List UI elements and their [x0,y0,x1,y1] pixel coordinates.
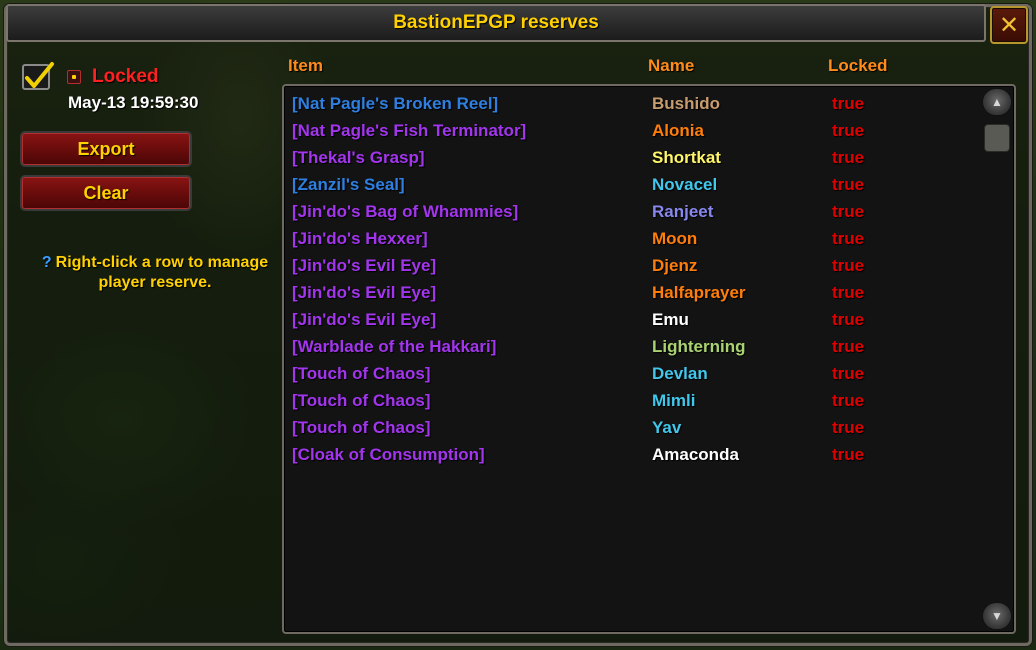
arrow-up-icon: ▲ [991,95,1003,109]
item-link[interactable]: [Warblade of the Hakkari] [292,337,496,357]
player-name: Devlan [652,364,708,383]
player-name: Halfaprayer [652,283,746,302]
lock-checkbox[interactable] [22,62,54,90]
item-link[interactable]: [Touch of Chaos] [292,391,431,411]
table-row[interactable]: [Cloak of Consumption] Amaconda true [292,441,982,468]
item-link[interactable]: [Touch of Chaos] [292,418,431,438]
lock-timestamp: May-13 19:59:30 [68,93,199,112]
locked-value: true [832,418,865,437]
title-bar[interactable]: BastionEPGP reserves [6,4,986,42]
table-row[interactable]: [Jin'do's Evil Eye] Emu true [292,306,982,333]
table-row[interactable]: [Jin'do's Bag of Whammies] Ranjeet true [292,198,982,225]
locked-value: true [832,283,865,302]
player-name: Alonia [652,121,704,140]
checkmark-icon [25,62,54,88]
help-hint: ? Right-click a row to manage player rese… [30,253,280,293]
locked-value: true [832,445,865,464]
player-name: Djenz [652,256,698,275]
item-link[interactable]: [Nat Pagle's Broken Reel] [292,94,498,114]
item-link[interactable]: [Cloak of Consumption] [292,445,485,465]
column-header-locked[interactable]: Locked [828,56,888,76]
question-icon: ? [41,254,52,271]
clear-button[interactable]: Clear [20,175,192,211]
locked-value: true [832,175,865,194]
locked-value: true [832,202,865,221]
column-header-name[interactable]: Name [648,56,694,76]
reserves-list: [Nat Pagle's Broken Reel] Bushido true [Nat… [282,84,1016,634]
locked-value: true [832,121,865,140]
table-row[interactable]: [Touch of Chaos] Devlan true [292,360,982,387]
player-name: Emu [652,310,689,329]
column-header-item[interactable]: Item [288,56,323,76]
item-link[interactable]: [Touch of Chaos] [292,364,431,384]
player-name: Ranjeet [652,202,714,221]
locked-value: true [832,256,865,275]
table-row[interactable]: [Warblade of the Hakkari] Lighterning true [292,333,982,360]
lock-icon [67,70,81,84]
item-link[interactable]: [Jin'do's Evil Eye] [292,256,436,276]
help-hint-text: Right-click a row to manage player reser… [55,254,269,291]
locked-value: true [832,148,865,167]
player-name: Novacel [652,175,718,194]
locked-value: true [832,229,865,248]
item-link[interactable]: [Jin'do's Bag of Whammies] [292,202,518,222]
player-name: Lighterning [652,337,746,356]
item-link[interactable]: [Jin'do's Evil Eye] [292,310,436,330]
arrow-down-icon: ▼ [991,609,1003,623]
table-row[interactable]: [Jin'do's Evil Eye] Djenz true [292,252,982,279]
player-name: Bushido [652,94,720,113]
table-row[interactable]: [Zanzil's Seal] Novacel true [292,171,982,198]
player-name: Mimli [652,391,696,410]
scroll-down-button[interactable]: ▼ [982,602,1012,630]
locked-value: true [832,310,865,329]
table-row[interactable]: [Touch of Chaos] Yav true [292,414,982,441]
locked-value: true [832,94,865,113]
locked-value: true [832,364,865,383]
player-name: Yav [652,418,682,437]
scroll-up-button[interactable]: ▲ [982,88,1012,116]
player-name: Shortkat [652,148,721,167]
table-row[interactable]: [Jin'do's Evil Eye] Halfaprayer true [292,279,982,306]
scroll-thumb[interactable] [984,124,1010,152]
table-row[interactable]: [Jin'do's Hexxer] Moon true [292,225,982,252]
lock-status-label: Locked [92,66,159,87]
player-name: Amaconda [652,445,739,464]
locked-value: true [832,391,865,410]
table-row[interactable]: [Nat Pagle's Broken Reel] Bushido true [292,90,982,117]
list-scrollbar[interactable]: ▲ ▼ [980,86,1014,632]
item-link[interactable]: [Jin'do's Hexxer] [292,229,428,249]
locked-value: true [832,337,865,356]
close-icon: ✕ [998,11,1020,39]
export-button[interactable]: Export [20,131,192,167]
item-link[interactable]: [Nat Pagle's Fish Terminator] [292,121,526,141]
table-row[interactable]: [Nat Pagle's Fish Terminator] Alonia true [292,117,982,144]
item-link[interactable]: [Thekal's Grasp] [292,148,425,168]
table-row[interactable]: [Thekal's Grasp] Shortkat true [292,144,982,171]
close-button[interactable]: ✕ [990,6,1028,44]
item-link[interactable]: [Zanzil's Seal] [292,175,405,195]
item-link[interactable]: [Jin'do's Evil Eye] [292,283,436,303]
player-name: Moon [652,229,698,248]
window-title: BastionEPGP reserves [393,12,599,33]
table-row[interactable]: [Touch of Chaos] Mimli true [292,387,982,414]
